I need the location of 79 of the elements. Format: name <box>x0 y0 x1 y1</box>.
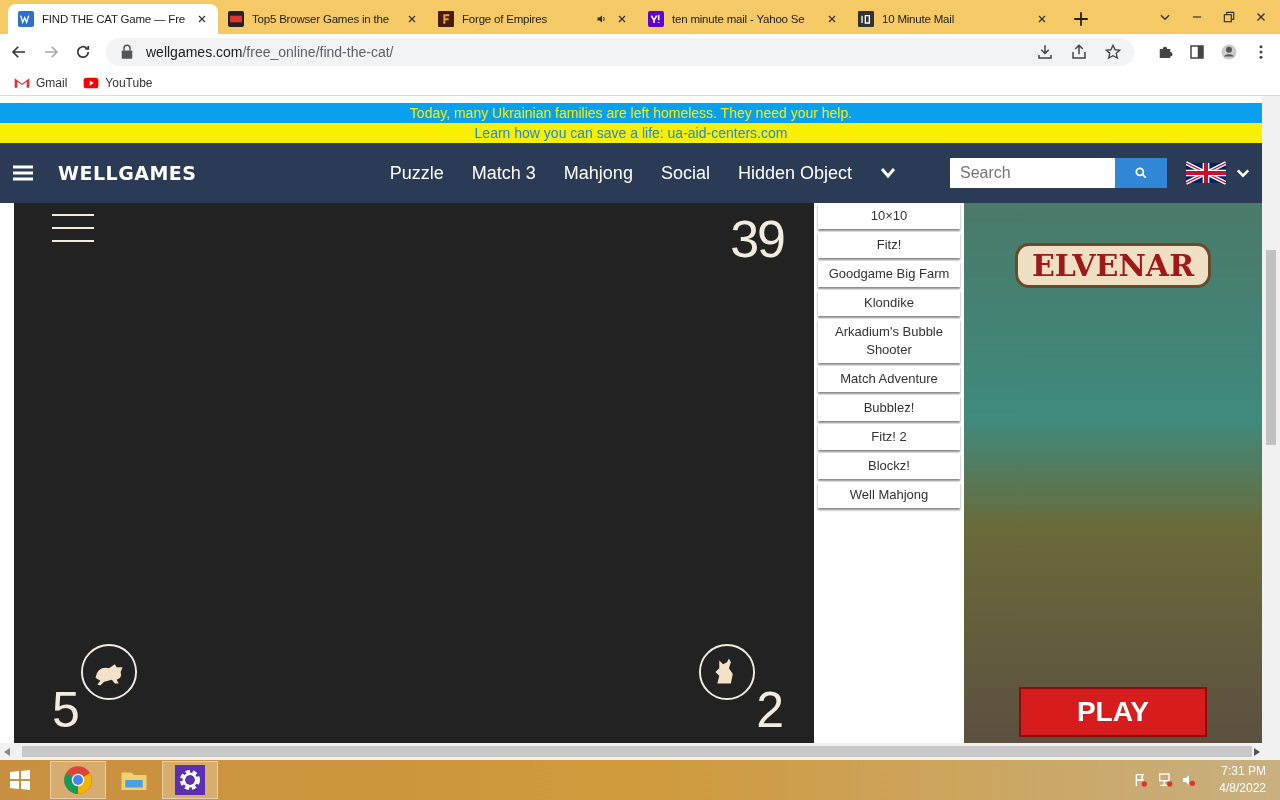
reload-icon[interactable] <box>74 43 92 61</box>
scrollbar-thumb[interactable] <box>22 746 1252 757</box>
nav-link[interactable]: Hidden Object <box>737 162 852 184</box>
tab-title: Top5 Browser Games in the <box>252 13 390 25</box>
gear-icon <box>175 765 205 795</box>
game-link[interactable]: Match Adventure <box>818 366 960 392</box>
game-link[interactable]: Well Mahjong <box>818 482 960 508</box>
close-icon[interactable] <box>406 13 418 25</box>
browser-tab[interactable]: 10 Minute Mail <box>848 4 1058 34</box>
bookmark[interactable]: YouTube <box>83 75 153 90</box>
tab-title: ten minute mail - Yahoo Se <box>672 13 806 25</box>
play-logo-icon <box>83 76 100 89</box>
browser-tab[interactable]: Forge of Empires <box>428 4 638 34</box>
nav-link[interactable]: Match 3 <box>471 162 536 184</box>
close-icon[interactable] <box>196 13 208 25</box>
right-arrow-icon[interactable] <box>1252 747 1260 756</box>
game-link[interactable]: Arkadium's Bubble Shooter <box>818 319 960 363</box>
game-link[interactable]: 10×10 <box>818 203 960 229</box>
address-bar[interactable]: wellgames.com/free_online/find-the-cat/ <box>106 38 1134 66</box>
cat-icon <box>79 643 138 701</box>
search-button[interactable] <box>1115 158 1167 188</box>
play-button[interactable]: PLAY <box>1019 687 1207 737</box>
side-panel-icon[interactable] <box>1188 43 1206 61</box>
clock-date: 4/8/2022 <box>1219 780 1266 797</box>
browser-logo-icon <box>63 765 93 795</box>
share-icon[interactable] <box>1070 43 1088 61</box>
search-icon <box>1134 166 1148 180</box>
flag-icon[interactable] <box>1186 160 1226 186</box>
cat-count: 2 <box>756 685 784 735</box>
browser-tab[interactable]: Top5 Browser Games in the <box>218 4 428 34</box>
nav-link[interactable]: Puzzle <box>389 162 444 184</box>
back-arrow-icon[interactable] <box>10 43 28 61</box>
nav-link[interactable]: Social <box>660 162 710 184</box>
star-icon[interactable] <box>1104 43 1122 61</box>
envelope-logo-icon <box>14 76 30 89</box>
game-link[interactable]: Fitz! <box>818 232 960 258</box>
cat-icon <box>698 643 757 701</box>
game-link[interactable]: Bubblez! <box>818 395 960 421</box>
close-icon[interactable] <box>616 13 628 25</box>
restore-icon[interactable] <box>1222 10 1236 24</box>
close-icon[interactable] <box>1036 13 1048 25</box>
menu-icon[interactable] <box>52 213 94 243</box>
cat-count: 5 <box>52 685 80 735</box>
game-link[interactable]: Fitz! 2 <box>818 424 960 450</box>
ad-banner[interactable]: ELVENAR PLAY <box>964 203 1262 743</box>
timer-value: 39 <box>730 213 784 265</box>
download-icon[interactable] <box>1036 43 1054 61</box>
tab-title: Forge of Empires <box>462 13 548 25</box>
left-arrow-icon[interactable] <box>4 747 12 756</box>
windows-logo-icon[interactable] <box>8 768 32 792</box>
speaker-icon[interactable] <box>596 13 608 25</box>
favicon-icon <box>18 11 34 27</box>
banner-message: Today, many Ukrainian families are left homeless. They need your help. <box>0 103 1262 123</box>
chevron-down-icon[interactable] <box>1236 168 1250 178</box>
ad-logo: ELVENAR <box>1014 243 1212 288</box>
scrollbar-thumb[interactable] <box>1266 250 1276 445</box>
network-icon[interactable] <box>1157 772 1174 788</box>
bookmark[interactable]: Gmail <box>14 75 68 90</box>
favicon-icon <box>438 11 454 27</box>
close-icon[interactable] <box>826 13 838 25</box>
browser-tab[interactable]: FIND THE CAT Game — Fre <box>8 4 218 34</box>
browser-tab[interactable]: ten minute mail - Yahoo Se <box>638 4 848 34</box>
favicon-icon <box>228 11 244 27</box>
taskbar-button[interactable] <box>162 761 218 799</box>
game-link[interactable]: Klondike <box>818 290 960 316</box>
favicon-icon <box>648 11 664 27</box>
site-logo[interactable]: WELLGAMES <box>58 162 197 184</box>
nav-link[interactable]: Mahjong <box>563 162 633 184</box>
search-field[interactable]: Search <box>950 158 1115 188</box>
game-link[interactable]: Blockz! <box>818 453 960 479</box>
tab-title: 10 Minute Mail <box>882 13 955 25</box>
favicon-icon <box>858 11 874 27</box>
profile-icon[interactable] <box>1220 43 1238 61</box>
chevron-down-icon[interactable] <box>880 167 896 179</box>
url-text: wellgames.com/free_online/find-the-cat/ <box>146 44 394 60</box>
tab-title: FIND THE CAT Game — Fre <box>42 13 186 25</box>
game-link[interactable]: Goodgame Big Farm <box>818 261 960 287</box>
clock-time: 7:31 PM <box>1221 763 1266 780</box>
plus-icon[interactable] <box>1072 10 1090 28</box>
